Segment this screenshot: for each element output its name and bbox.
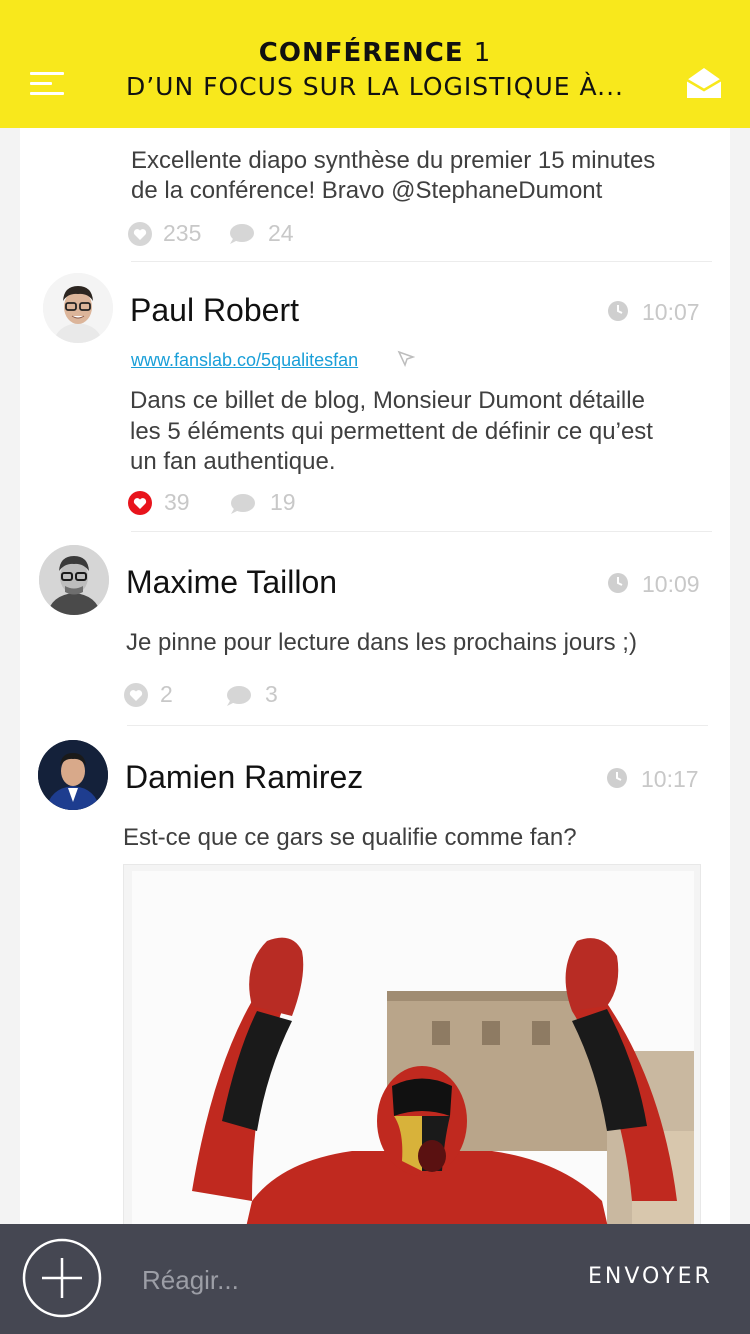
post-text-line: les 5 éléments qui permettent de définir… (130, 418, 653, 445)
like-count: 2 (160, 681, 173, 707)
post-image[interactable] (123, 864, 701, 1224)
divider (131, 531, 712, 532)
composer-bar: ENVOYER (0, 1224, 750, 1334)
post-text-line: Excellente diapo synthèse du premier 15 … (131, 147, 656, 174)
clock-icon (608, 301, 628, 321)
conversation-feed[interactable]: Excellente diapo synthèse du premier 15 … (20, 128, 730, 1224)
title-line-2: D’UN FOCUS SUR LA LOGISTIQUE À... (125, 72, 624, 101)
comment-icon[interactable] (224, 684, 252, 708)
like-icon[interactable] (128, 222, 152, 246)
open-mail-icon[interactable] (686, 66, 722, 100)
comment-count: 19 (270, 489, 296, 515)
comment-count: 24 (268, 220, 294, 246)
post-link[interactable]: www.fanslab.co/5qualitesfan (131, 350, 358, 371)
comment-count: 3 (265, 681, 278, 707)
top-bar: CONFÉRENCE 1 D’UN FOCUS SUR LA LOGISTIQU… (0, 0, 750, 128)
title-number: 1 (473, 38, 492, 68)
avatar[interactable] (43, 273, 113, 343)
author-name[interactable]: Paul Robert (130, 292, 299, 328)
like-count: 39 (164, 489, 190, 515)
divider (131, 261, 712, 262)
post-text-line: un fan authentique. (130, 448, 336, 475)
avatar[interactable] (38, 740, 108, 810)
reaction-input[interactable] (140, 1254, 544, 1306)
divider (127, 725, 708, 726)
send-button[interactable]: ENVOYER (588, 1264, 713, 1289)
like-count: 235 (163, 220, 202, 246)
title-line-1: CONFÉRENCE (258, 38, 464, 68)
comment-icon[interactable] (227, 222, 255, 246)
author-name[interactable]: Maxime Taillon (126, 564, 337, 600)
avatar[interactable] (39, 545, 109, 615)
clock-icon (608, 573, 628, 593)
post-text-line: de la conférence! Bravo @StephaneDumont (131, 177, 603, 204)
fan-photo (132, 871, 694, 1224)
like-icon[interactable] (124, 683, 148, 707)
post-time: 10:09 (642, 571, 700, 597)
add-icon[interactable] (22, 1238, 102, 1318)
clock-icon (607, 768, 627, 788)
post-text-line: Est-ce que ce gars se qualifie comme fan… (123, 824, 577, 851)
comment-icon[interactable] (228, 492, 256, 516)
post-text-line: Je pinne pour lecture dans les prochains… (126, 629, 637, 656)
post-time: 10:07 (642, 299, 700, 325)
post-text-line: Dans ce billet de blog, Monsieur Dumont … (130, 387, 645, 414)
author-name[interactable]: Damien Ramirez (125, 759, 363, 795)
like-icon[interactable] (128, 491, 152, 515)
page-title: CONFÉRENCE 1 D’UN FOCUS SUR LA LOGISTIQU… (0, 36, 750, 104)
post-time: 10:17 (641, 766, 699, 792)
cursor-icon (397, 350, 415, 368)
